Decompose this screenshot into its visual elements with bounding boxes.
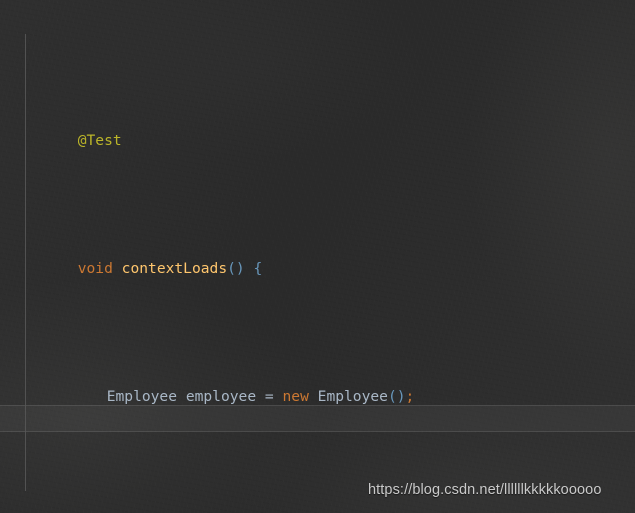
variable-token: employee [185, 387, 257, 405]
paren-open: ( [227, 259, 236, 277]
code-line[interactable]: @Test [0, 102, 635, 149]
code-editor[interactable]: @Test void contextLoads() { Employee emp… [0, 0, 635, 513]
code-area[interactable]: @Test void contextLoads() { Employee emp… [0, 0, 635, 513]
type-token: Employee [317, 387, 388, 405]
keyword-token: void [77, 259, 113, 277]
code-line[interactable]: employee.setId(13); //13存在 [0, 486, 635, 512]
semicolon: ; [405, 387, 415, 405]
type-token: Employee [106, 387, 178, 405]
brace-open: { [253, 259, 263, 277]
keyword-token: new [282, 387, 309, 405]
paren-open: ( [387, 387, 397, 405]
paren-close: ) [396, 387, 406, 405]
paren-close: ) [235, 259, 245, 277]
method-name-token: contextLoads [121, 259, 228, 277]
code-line[interactable]: Employee employee = new Employee(); [0, 358, 635, 405]
annotation-token: @Test [77, 131, 122, 149]
operator-token: = [264, 387, 274, 405]
code-line[interactable]: void contextLoads() { [0, 230, 635, 277]
